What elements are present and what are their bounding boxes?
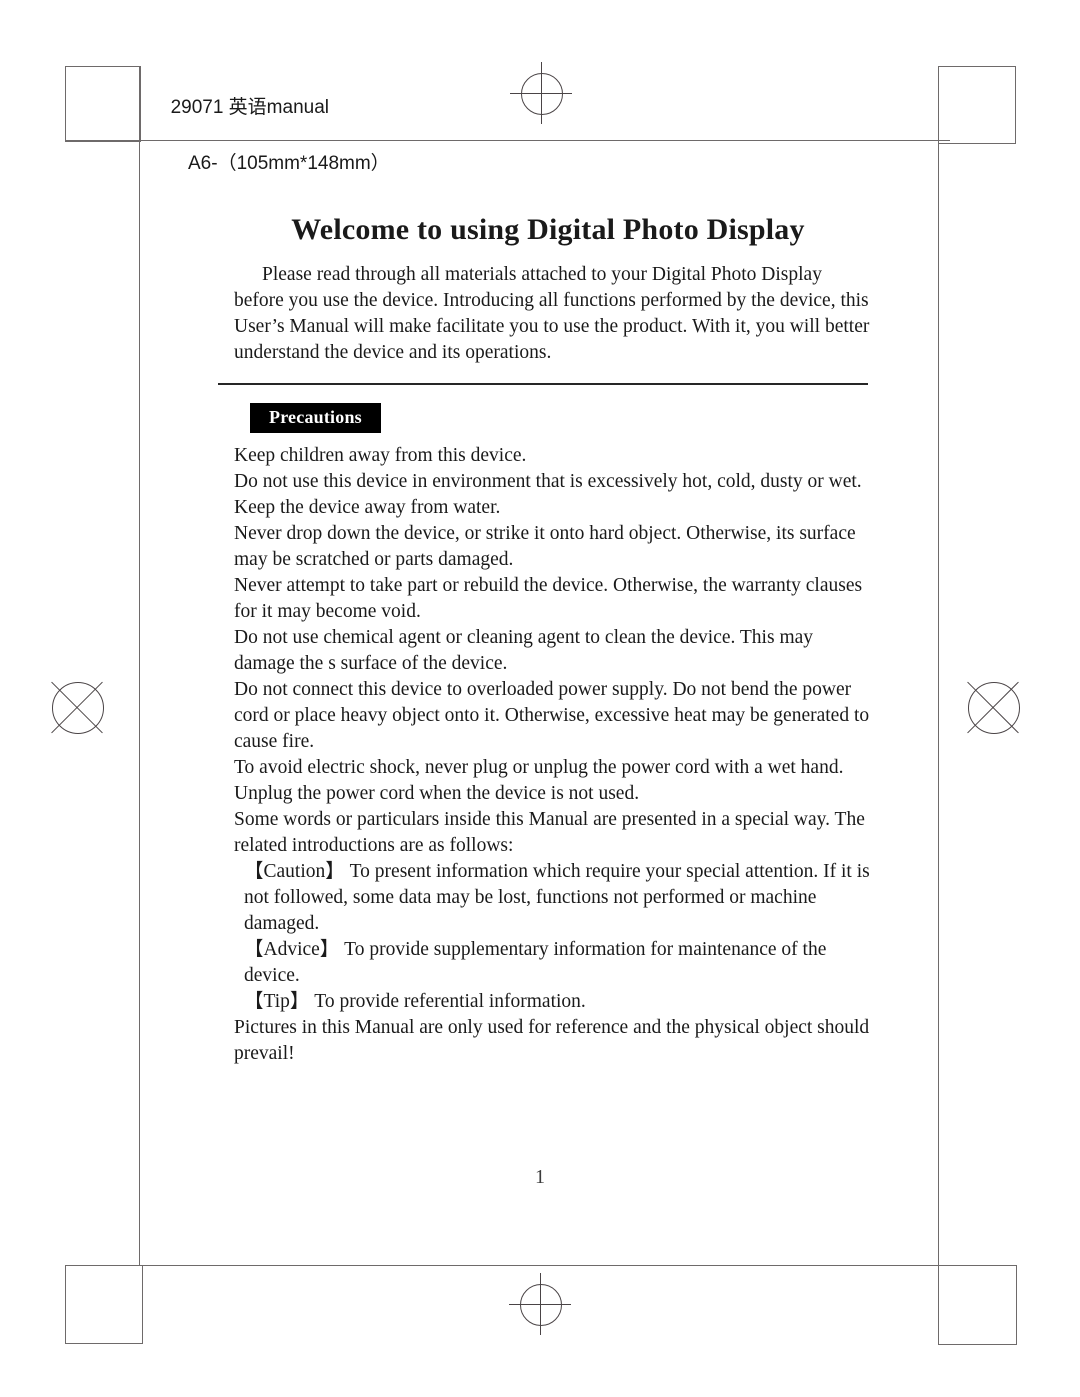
precaution-item: Keep the device away from water. (234, 497, 501, 518)
crop-mark-line-bottom-horizontal (65, 1265, 950, 1266)
precautions-list: Keep children away from this device. Do … (218, 443, 878, 1067)
precaution-item: To avoid electric shock, never plug or u… (234, 757, 844, 778)
section-heading-precautions: Precautions (250, 403, 381, 433)
precaution-item: Never drop down the device, or strike it… (234, 523, 856, 570)
precaution-item-caution: 【Caution】 To present information which r… (244, 861, 870, 934)
precaution-item: Some words or particulars inside this Ma… (234, 809, 865, 856)
crop-mark-line-top-right-vertical (938, 66, 939, 1266)
printer-note: 29071 英语manual A6-（105mm*148mm） (160, 66, 390, 206)
precaution-item: Unplug the power cord when the device is… (234, 783, 640, 804)
crop-mark-box-top-right (938, 66, 1016, 144)
registration-mark-bottom-circle (520, 1284, 562, 1326)
intro-paragraph: Please read through all materials attach… (234, 264, 870, 363)
precaution-item: Never attempt to take part or rebuild th… (234, 575, 863, 622)
registration-mark-left-circle-x (42, 672, 112, 742)
crop-mark-box-bottom-left (65, 1265, 143, 1344)
horizontal-divider (218, 383, 868, 385)
precaution-item-advice: 【Advice】 To provide supplementary inform… (244, 939, 827, 986)
precaution-item: Do not use this device in environment th… (234, 471, 862, 492)
document-body: Welcome to using Digital Photo Display P… (218, 212, 878, 1067)
page-title: Welcome to using Digital Photo Display (291, 213, 805, 246)
crop-mark-box-bottom-right (938, 1265, 1017, 1345)
registration-mark-top-horizontal (510, 93, 572, 94)
page-number: 1 (535, 1166, 545, 1188)
registration-mark-right-circle-x (958, 672, 1028, 742)
precaution-item-tip: 【Tip】 To provide referential information… (244, 991, 586, 1012)
registration-mark-bottom-horizontal (509, 1304, 571, 1305)
registration-mark-top-circle (521, 73, 563, 115)
printer-note-line-2: A6-（105mm*148mm） (188, 153, 390, 174)
printer-note-line-1: 29071 英语manual (170, 97, 329, 118)
precaution-item: Keep children away from this device. (234, 445, 527, 466)
precaution-item: Pictures in this Manual are only used fo… (234, 1017, 870, 1064)
precaution-item: Do not use chemical agent or cleaning ag… (234, 627, 814, 674)
precaution-item: Do not connect this device to overloaded… (234, 679, 870, 752)
crop-mark-box-top-left (65, 66, 141, 142)
crop-mark-line-top-left-vertical (139, 66, 140, 1266)
